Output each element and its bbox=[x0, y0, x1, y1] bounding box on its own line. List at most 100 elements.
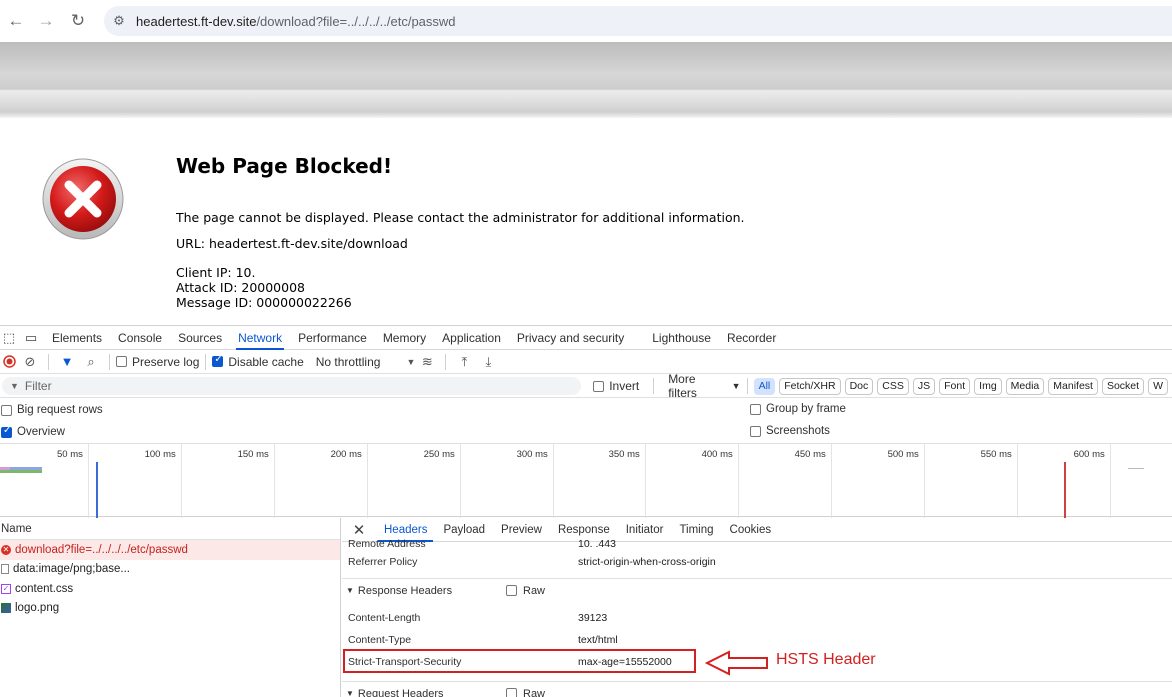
filter-icon[interactable]: ▼ bbox=[55, 350, 79, 374]
request-row[interactable]: logo.png bbox=[0, 599, 340, 619]
record-stop-icon[interactable] bbox=[0, 350, 18, 374]
group-by-frame-checkbox[interactable] bbox=[750, 404, 761, 415]
type-filter-css[interactable]: CSS bbox=[877, 377, 909, 395]
timeline-tick-label: 400 ms bbox=[701, 449, 733, 460]
header-value: 10. .443 bbox=[578, 538, 616, 550]
tab-privacy-security[interactable]: Privacy and security bbox=[509, 326, 632, 350]
timeline-gridline bbox=[924, 444, 925, 518]
tab-recorder[interactable]: Recorder bbox=[719, 326, 784, 350]
device-toolbar-icon[interactable]: ▭ bbox=[18, 326, 44, 350]
filter-funnel-icon: ▼ bbox=[10, 381, 19, 391]
tab-elements[interactable]: Elements bbox=[44, 326, 110, 350]
timeline-gridline bbox=[1110, 444, 1111, 518]
export-har-icon[interactable]: ⤓ bbox=[476, 350, 500, 374]
preserve-log-checkbox[interactable] bbox=[116, 356, 127, 367]
timeline-tick-label: 600 ms bbox=[1073, 449, 1105, 460]
response-headers-section[interactable]: ▼ Response Headers Raw bbox=[342, 578, 1172, 602]
name-column-header[interactable]: Name bbox=[0, 518, 340, 540]
timeline-overview[interactable]: 50 ms 100 ms 150 ms 200 ms 250 ms 300 ms 350 m… bbox=[0, 443, 1172, 518]
raw-checkbox[interactable] bbox=[506, 585, 517, 596]
type-filter-doc[interactable]: Doc bbox=[844, 377, 874, 395]
timeline-gridline bbox=[367, 444, 368, 518]
clear-icon[interactable]: ⊘ bbox=[18, 350, 42, 374]
big-request-rows-checkbox[interactable] bbox=[1, 404, 12, 416]
timeline-gridline bbox=[274, 444, 275, 518]
header-name: Remote Address bbox=[348, 538, 426, 550]
header-name: Referrer Policy bbox=[348, 556, 418, 568]
chevron-down-icon[interactable]: ▼ bbox=[732, 381, 741, 391]
raw-checkbox[interactable] bbox=[506, 688, 517, 697]
more-filters-dropdown[interactable]: More filters bbox=[668, 372, 725, 400]
type-filter-ws[interactable]: W bbox=[1148, 377, 1168, 395]
timeline-tick-label: 200 ms bbox=[330, 449, 362, 460]
network-toolbar: ⊘ ▼ ⌕ Preserve log Disable cache No thro… bbox=[0, 350, 1172, 374]
tab-sources[interactable]: Sources bbox=[170, 326, 230, 350]
type-filter-img[interactable]: Img bbox=[974, 377, 1002, 395]
timeline-tick-label: 450 ms bbox=[794, 449, 826, 460]
type-filter-all[interactable]: All bbox=[753, 377, 776, 395]
file-icon bbox=[1, 564, 9, 575]
message-id: Message ID: 000000022266 bbox=[176, 295, 352, 310]
page-header-band bbox=[0, 42, 1172, 118]
blocked-url: URL: headertest.ft-dev.site/download bbox=[176, 236, 408, 251]
tab-memory[interactable]: Memory bbox=[375, 326, 434, 350]
type-filter-manifest[interactable]: Manifest bbox=[1048, 377, 1098, 395]
type-filter-fetch-xhr[interactable]: Fetch/XHR bbox=[779, 377, 841, 395]
timeline-gridline bbox=[460, 444, 461, 518]
back-arrow-icon[interactable]: ← bbox=[0, 5, 32, 37]
type-filter-socket[interactable]: Socket bbox=[1101, 377, 1145, 395]
site-info-icon[interactable]: ⚙ bbox=[104, 6, 134, 36]
type-filter-js[interactable]: JS bbox=[912, 377, 936, 395]
request-headers-section[interactable]: ▼ Request Headers Raw bbox=[342, 681, 1172, 697]
divider bbox=[445, 353, 447, 370]
tab-payload[interactable]: Payload bbox=[435, 518, 493, 542]
invert-checkbox[interactable] bbox=[593, 380, 605, 392]
devtools-tab-strip: ⬚ ▭ Elements Console Sources Network Per… bbox=[0, 325, 1172, 350]
tab-cookies[interactable]: Cookies bbox=[722, 518, 780, 542]
page-title: Web Page Blocked! bbox=[176, 154, 393, 178]
raw-label: Raw bbox=[523, 585, 546, 597]
divider bbox=[746, 378, 748, 394]
inspect-element-icon[interactable]: ⬚ bbox=[0, 326, 18, 350]
big-request-rows-label: Big request rows bbox=[17, 404, 103, 416]
request-row[interactable]: ✓ content.css bbox=[0, 579, 340, 599]
timeline-gridline bbox=[88, 444, 89, 518]
section-title: Response Headers bbox=[357, 584, 453, 597]
throttling-select[interactable]: No throttling bbox=[316, 355, 381, 369]
tab-performance[interactable]: Performance bbox=[290, 326, 375, 350]
import-har-icon[interactable]: ⤒ bbox=[452, 350, 476, 374]
forward-arrow-icon[interactable]: → bbox=[30, 5, 62, 37]
tab-preview[interactable]: Preview bbox=[493, 518, 550, 542]
tab-lighthouse[interactable]: Lighthouse bbox=[644, 326, 719, 350]
tab-network[interactable]: Network bbox=[230, 326, 290, 350]
preserve-log-label: Preserve log bbox=[132, 354, 200, 369]
screenshots-checkbox[interactable] bbox=[750, 426, 761, 437]
overview-label: Overview bbox=[17, 426, 65, 438]
tab-initiator[interactable]: Initiator bbox=[618, 518, 672, 542]
url-path: /download?file=../../../../etc/passwd bbox=[256, 13, 456, 29]
stylesheet-icon: ✓ bbox=[1, 583, 11, 594]
request-row[interactable]: ✕ download?file=../../../../etc/passwd bbox=[0, 540, 340, 560]
detail-tab-strip: ✕ Headers Payload Preview Response Initi… bbox=[342, 518, 1172, 542]
overview-checkbox[interactable] bbox=[1, 425, 12, 438]
address-bar[interactable]: ⚙ headertest.ft-dev.site/download?file=.… bbox=[104, 6, 1172, 36]
reload-icon[interactable]: ↻ bbox=[62, 5, 94, 37]
tab-application[interactable]: Application bbox=[434, 326, 509, 350]
type-filter-font[interactable]: Font bbox=[939, 377, 971, 395]
chevron-down-icon[interactable]: ▼ bbox=[406, 357, 415, 367]
timeline-end-marker bbox=[1128, 468, 1144, 469]
tab-console[interactable]: Console bbox=[110, 326, 170, 350]
request-list-pane: Name ✕ download?file=../../../../etc/pas… bbox=[0, 518, 341, 697]
timeline-tick-label: 250 ms bbox=[423, 449, 455, 460]
request-name: download?file=../../../../etc/passwd bbox=[15, 543, 188, 556]
url-host: headertest.ft-dev.site bbox=[136, 13, 257, 29]
type-filter-media[interactable]: Media bbox=[1005, 377, 1045, 395]
tab-timing[interactable]: Timing bbox=[671, 518, 721, 542]
section-title: Request Headers bbox=[357, 687, 444, 697]
search-icon[interactable]: ⌕ bbox=[79, 350, 103, 374]
image-icon bbox=[1, 603, 11, 614]
disable-cache-checkbox[interactable] bbox=[212, 354, 224, 367]
network-conditions-icon[interactable]: ≋ bbox=[415, 350, 439, 374]
filter-input[interactable]: ▼ Filter bbox=[2, 377, 582, 395]
request-row[interactable]: data:image/png;base... bbox=[0, 560, 340, 580]
